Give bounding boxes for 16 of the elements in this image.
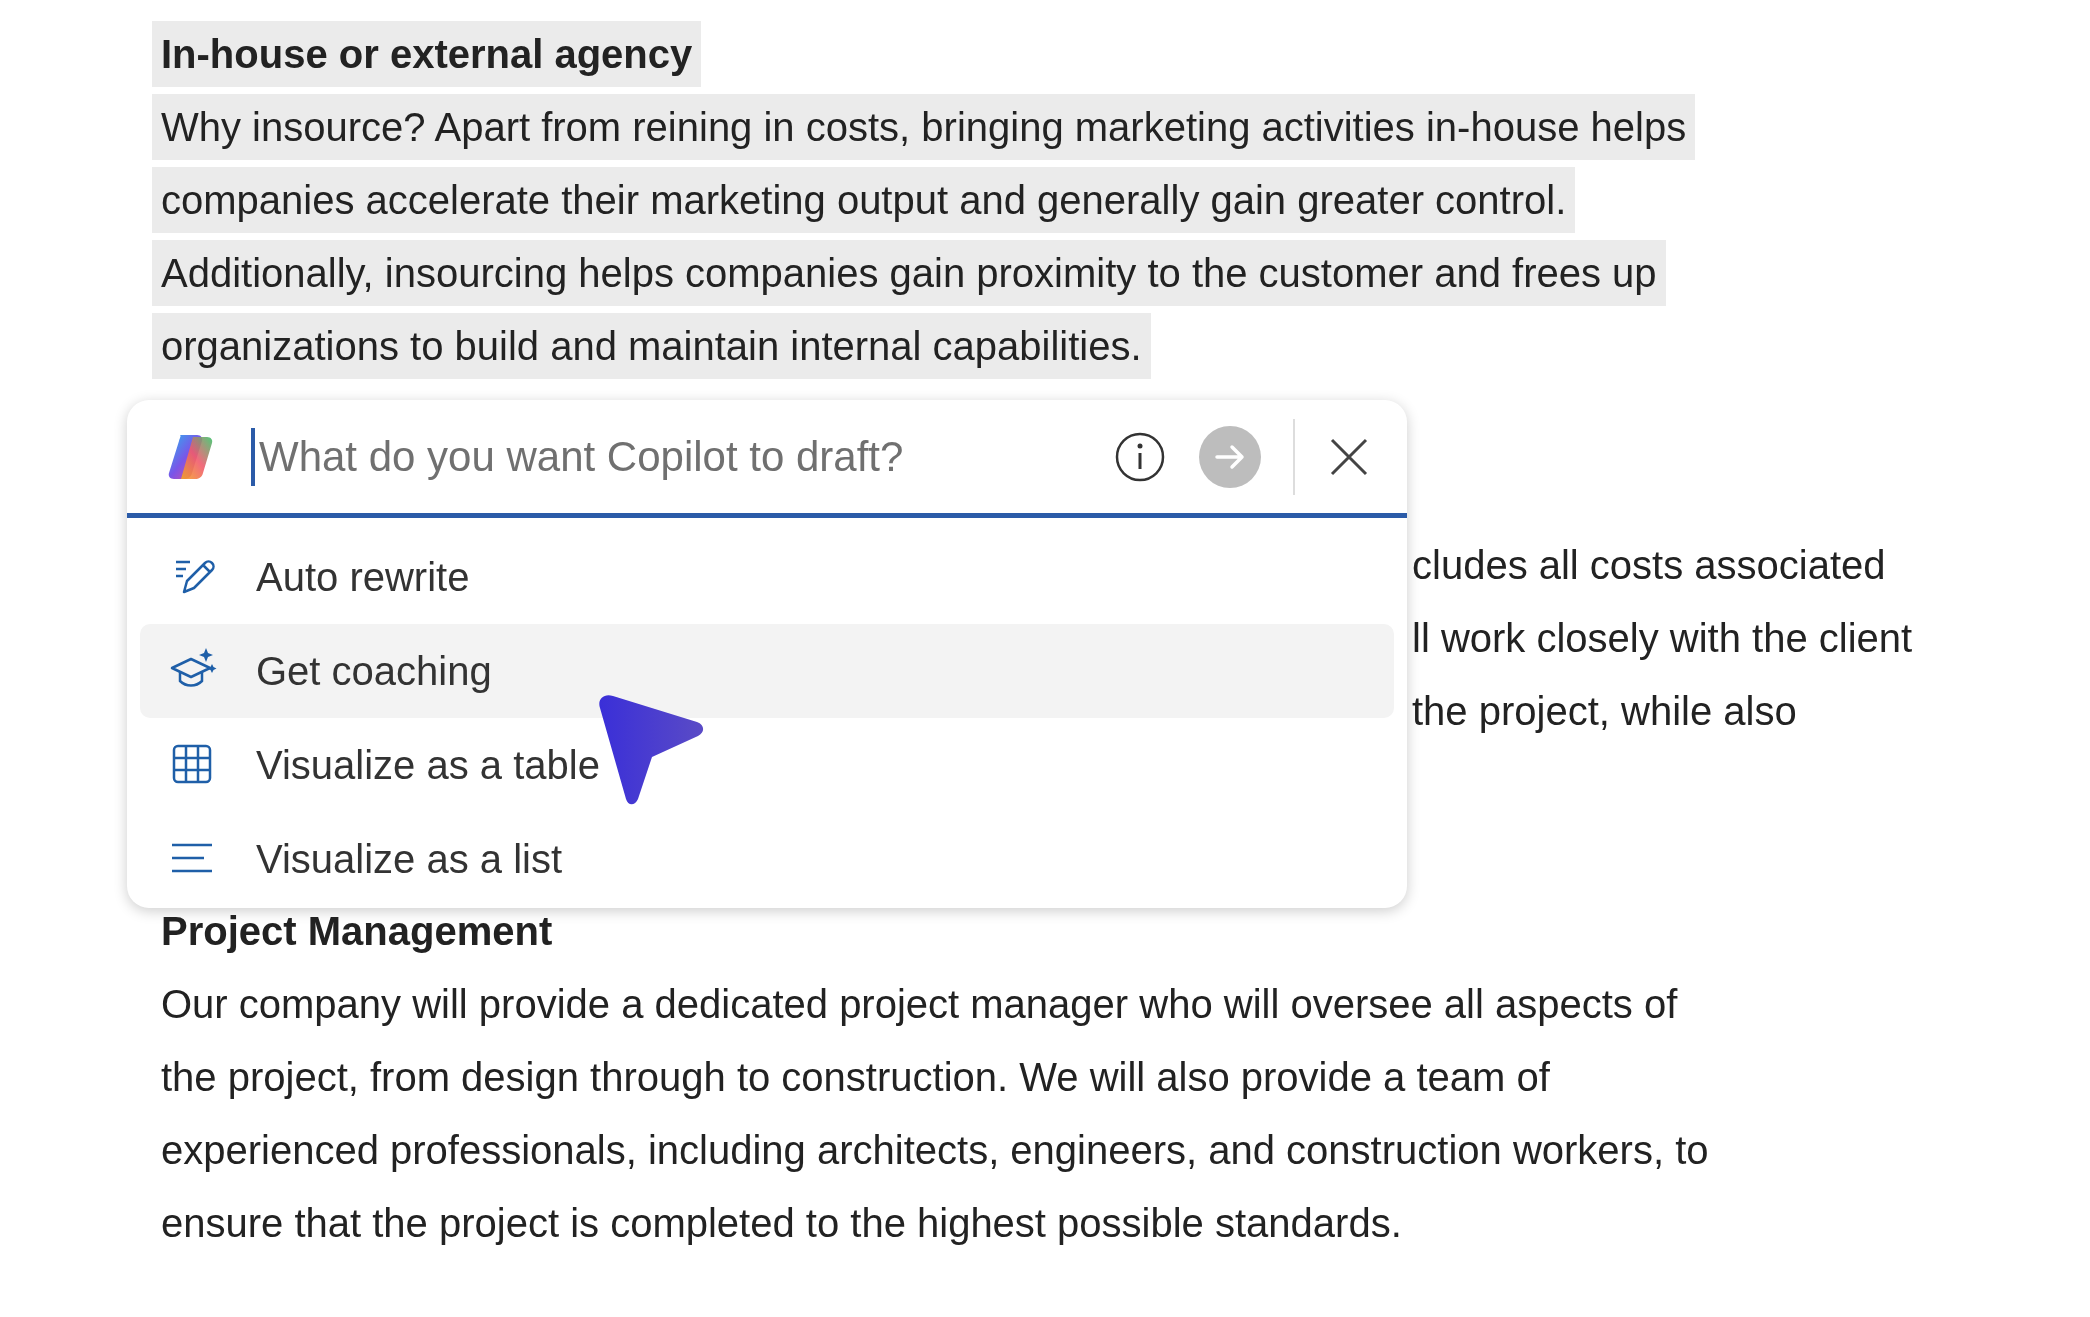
text-line: ensure that the project is completed to the highest possible standards. xyxy=(160,1200,1402,1246)
close-icon[interactable] xyxy=(1329,436,1369,477)
info-icon[interactable] xyxy=(1115,431,1165,482)
text-line: the project, from design through to construction. We will also provide a team of xyxy=(160,1054,1550,1100)
menu-item[interactable]: Visualize as a list xyxy=(140,812,1394,906)
menu-item[interactable]: Auto rewrite xyxy=(140,530,1394,624)
text-line: Our company will provide a dedicated project manager who will oversee all aspects of xyxy=(160,981,1678,1027)
text-line: ll work closely with the client xyxy=(1411,615,1913,661)
heading: In-house or external agency xyxy=(152,21,702,87)
menu-item[interactable]: Get coaching xyxy=(140,624,1394,718)
text-line: the project, while also xyxy=(1411,688,1797,734)
section-heading: Project Management xyxy=(160,908,553,954)
prompt-field[interactable]: What do you want Copilot to draft? xyxy=(251,427,1095,486)
menu-item[interactable]: Visualize as a table xyxy=(140,718,1394,812)
text-line: cludes all costs associated xyxy=(1411,542,1886,588)
text-line: experienced professionals, including architects, engineers, and construction workers, to xyxy=(160,1127,1709,1173)
